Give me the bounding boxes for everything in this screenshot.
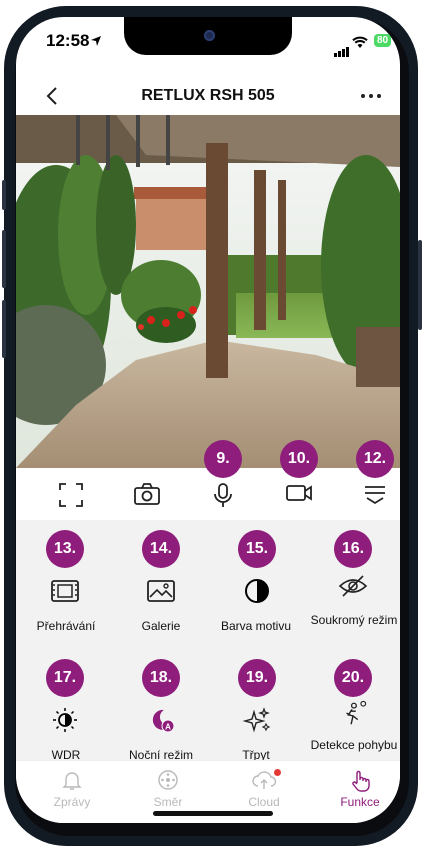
- feature-label-motion-detection: Detekce pohybu: [310, 738, 398, 752]
- tab-label: Směr: [153, 795, 183, 809]
- callout-badge: 14.: [142, 530, 180, 568]
- feature-label-gallery: Galerie: [141, 619, 181, 633]
- callout-badge: 9.: [204, 440, 242, 478]
- fullscreen-icon[interactable]: [56, 482, 86, 508]
- feature-label-privacy-mode: Soukromý režim: [310, 613, 398, 627]
- notch: [124, 17, 292, 55]
- clock: 12:58: [46, 31, 90, 50]
- screenshot-camera-icon[interactable]: [132, 482, 162, 508]
- camera-toolbar: 9. 10. 12.: [16, 440, 400, 520]
- callout-badge: 12.: [356, 440, 394, 478]
- callout-badge: 13.: [46, 530, 84, 568]
- feature-label-playback: Přehrávání: [36, 619, 96, 633]
- feature-label-theme-color: Barva motivu: [220, 619, 292, 633]
- more-icon[interactable]: [360, 93, 382, 99]
- direction-pad-icon: [158, 770, 178, 790]
- wifi-icon: [352, 36, 368, 48]
- microphone-icon[interactable]: [208, 482, 238, 508]
- notification-dot: [274, 769, 281, 776]
- callout-badge: 17.: [46, 659, 84, 697]
- tab-label: Zprávy: [53, 795, 91, 809]
- callout-badge: 10.: [280, 440, 318, 478]
- callout-badge: 19.: [238, 659, 276, 697]
- app-screen: 12:58 80 RETLUX RSH 505 9. 10. 12. 13. P…: [16, 17, 400, 823]
- night-mode-icon[interactable]: A: [146, 706, 176, 734]
- eye-off-icon[interactable]: [338, 572, 368, 600]
- location-arrow-icon: [91, 36, 101, 46]
- playback-icon[interactable]: [50, 577, 80, 605]
- nav-bar: RETLUX RSH 505: [16, 83, 400, 113]
- motion-detection-icon[interactable]: [338, 700, 368, 728]
- wdr-icon[interactable]: [50, 706, 80, 734]
- home-indicator: [153, 811, 273, 816]
- tap-hand-icon: [352, 770, 370, 792]
- tab-messages[interactable]: Zprávy: [32, 769, 112, 809]
- callout-badge: 16.: [334, 530, 372, 568]
- callout-badge: 20.: [334, 659, 372, 697]
- side-button: [2, 180, 6, 210]
- svg-text:A: A: [165, 723, 171, 732]
- tab-label: Funkce: [340, 795, 380, 809]
- tab-label: Cloud: [248, 795, 280, 809]
- garden-terrace-image: [16, 115, 400, 468]
- video-record-icon[interactable]: [284, 482, 314, 508]
- tab-cloud[interactable]: Cloud: [224, 769, 304, 809]
- menu-collapse-icon[interactable]: [360, 482, 390, 508]
- gallery-image-icon[interactable]: [146, 577, 176, 605]
- contrast-icon[interactable]: [242, 577, 272, 605]
- side-button: [2, 230, 6, 288]
- tab-direction[interactable]: Směr: [128, 769, 208, 809]
- front-camera-icon: [204, 30, 215, 41]
- battery-indicator: 80: [374, 34, 392, 47]
- tab-functions[interactable]: Funkce: [320, 769, 400, 809]
- side-button: [418, 240, 422, 330]
- bell-icon: [62, 772, 82, 790]
- camera-live-view[interactable]: [16, 115, 400, 468]
- callout-badge: 18.: [142, 659, 180, 697]
- signal-icon: [334, 39, 350, 57]
- side-button: [2, 300, 6, 358]
- page-title: RETLUX RSH 505: [141, 87, 275, 104]
- callout-badge: 15.: [238, 530, 276, 568]
- sparkle-icon[interactable]: [242, 706, 272, 734]
- feature-grid: 13. Přehrávání 14. Galerie 15. Barva mot…: [16, 520, 400, 762]
